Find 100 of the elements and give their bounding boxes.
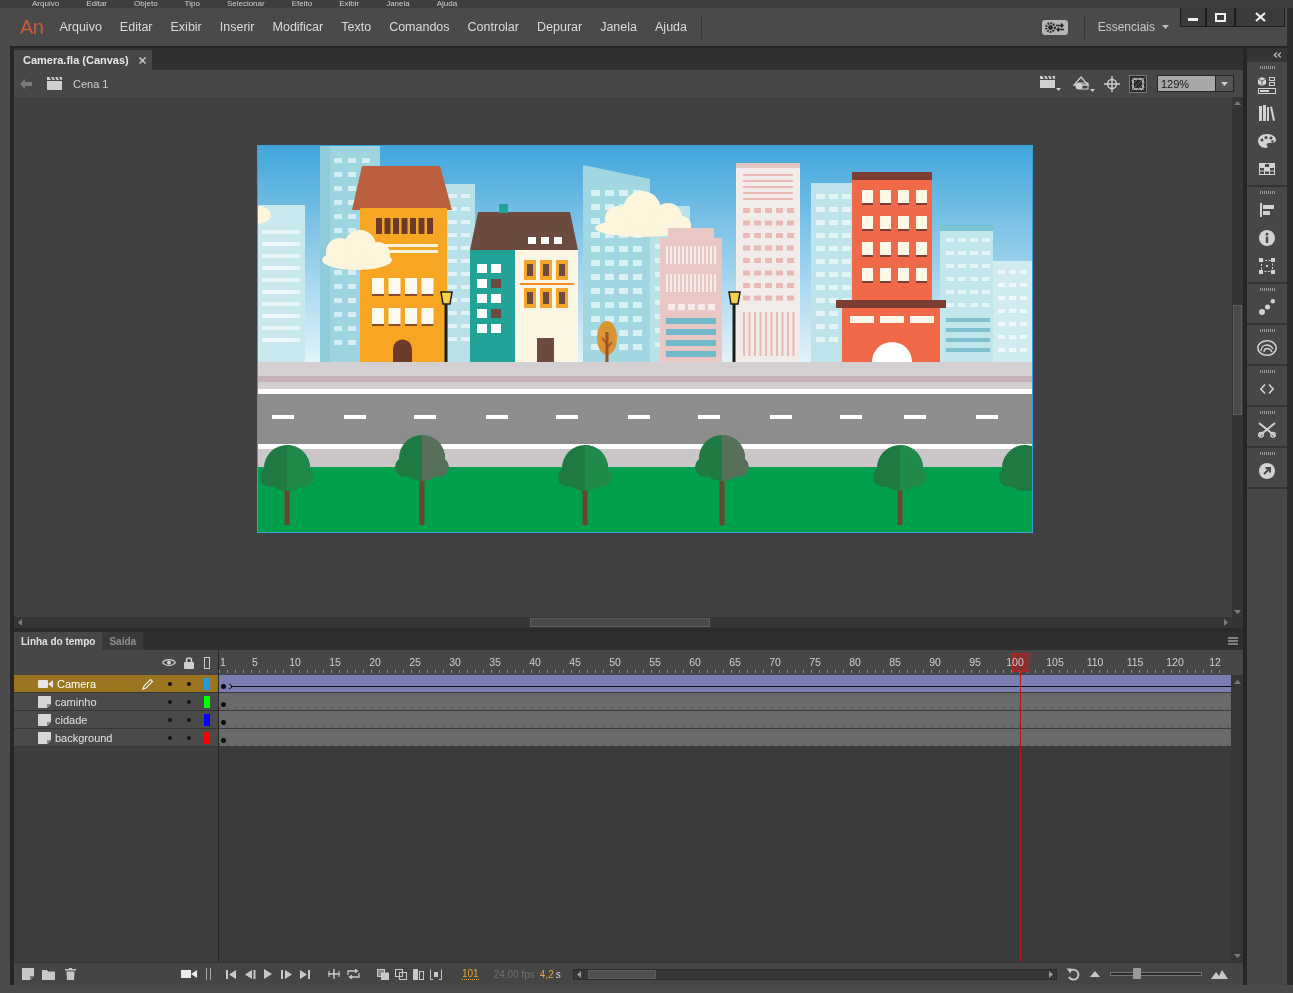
onion-skin-icon[interactable] [377,968,389,980]
frame-ruler[interactable]: 1 5 10 15 20 25 30 35 40 45 50 55 60 65 70 75 80 85 90 95 100 105 110 115 120 12 [219,650,1243,675]
dot-icon[interactable] [168,699,172,704]
dot-icon[interactable] [187,681,191,686]
first-frame-icon[interactable] [226,969,236,979]
mountain-large-icon[interactable] [1211,969,1228,979]
caret-icon[interactable] [1162,25,1169,29]
play-icon[interactable] [264,969,272,979]
crosshair-icon[interactable] [1104,75,1120,92]
grip-icon[interactable] [1259,288,1275,291]
loop-icon[interactable] [347,969,360,979]
scrollbar[interactable] [14,617,1243,628]
markers-icon[interactable] [430,968,442,980]
menu-item[interactable]: Editar [110,17,162,37]
dot-icon[interactable] [187,699,191,704]
close-button[interactable] [1235,8,1285,27]
grip-icon[interactable] [1259,411,1275,414]
outline-icon[interactable] [204,656,210,669]
zoom-field[interactable]: 129% [1157,75,1216,92]
panel-tab[interactable]: Saída [102,632,144,650]
color-swatch-icon[interactable] [204,731,210,744]
color-swatch-icon[interactable] [204,677,210,690]
trash-icon[interactable] [65,968,76,980]
dot-icon[interactable] [187,717,191,722]
grip-icon[interactable] [1259,329,1275,332]
grip-icon[interactable] [1259,191,1275,194]
menu-item[interactable]: Janela [591,17,646,37]
camera-icon[interactable] [181,968,197,980]
cube-icon[interactable] [1258,76,1276,94]
close-icon[interactable] [138,56,146,64]
maximize-button[interactable] [1206,8,1235,27]
workspace-dropdown[interactable]: Essenciais [1097,20,1169,34]
menu-item[interactable]: Inserir [210,17,264,37]
menu-item[interactable]: Efeito [291,0,313,8]
layer-row[interactable]: cidade [14,711,218,729]
keyframe-icon[interactable] [221,683,226,689]
menu-item[interactable]: Ajuda [436,0,458,8]
lock-icon[interactable] [184,656,194,669]
menu-item[interactable]: Tipo [184,0,200,8]
step-forward-icon[interactable] [281,969,292,979]
rings-icon[interactable] [1257,340,1277,356]
scrollbar-thumb[interactable] [1233,305,1242,415]
document-tab[interactable]: Camera.fla (Canvas) [14,50,152,70]
menu-item[interactable]: Editar [86,0,108,8]
keyframe-icon[interactable] [221,719,226,725]
grid-icon[interactable] [1259,163,1275,175]
down-arrow-icon[interactable] [1233,954,1241,958]
info-icon[interactable] [1259,230,1275,246]
onion-outline-icon[interactable] [395,968,407,980]
folder-icon[interactable] [42,968,55,980]
align-icon[interactable] [1260,203,1274,217]
menu-icon[interactable] [1228,637,1238,645]
menu-item[interactable]: Exibir [161,17,211,37]
dots-icon[interactable] [1259,299,1275,315]
scrollbar-thumb[interactable] [587,969,656,979]
menu-item[interactable]: Ajuda [646,17,696,37]
minimize-button[interactable] [1180,8,1206,27]
layer-row[interactable]: background [14,729,218,747]
scrollbar[interactable] [1232,97,1243,617]
clip-frame-icon[interactable] [1129,74,1147,93]
right-arrow-icon[interactable] [1224,619,1228,626]
color-swatch-icon[interactable] [204,713,210,726]
shapes-dropdown-icon[interactable] [1072,75,1096,92]
color-swatch-icon[interactable] [204,695,210,708]
current-frame[interactable]: 101 [462,968,479,980]
grip-icon[interactable] [1259,66,1275,69]
dot-icon[interactable] [168,681,172,686]
dropdown-button[interactable] [1216,75,1234,92]
new-layer-icon[interactable] [22,968,34,980]
up-arrow-icon[interactable] [1234,101,1241,105]
elapsed-time[interactable]: 4,2 [539,968,554,980]
menu-item[interactable]: Depurar [528,17,592,37]
collapse-icon[interactable] [1273,52,1281,58]
center-frame-icon[interactable] [328,969,340,979]
menu-item[interactable]: Arquivo [32,0,60,8]
left-arrow-icon[interactable] [18,619,22,626]
scrollbar[interactable] [572,968,1057,980]
grip-icon[interactable] [1259,370,1275,373]
scene-name[interactable]: Cena 1 [73,77,109,90]
code-icon[interactable] [1260,384,1274,394]
panel-tab[interactable]: Linha do tempo [14,632,103,650]
circular-arrow-icon[interactable] [1066,967,1080,981]
menu-item[interactable]: Comandos [380,17,459,37]
menu-item[interactable]: Controlar [458,17,528,37]
slider-thumb[interactable] [1133,968,1142,979]
dot-icon[interactable] [168,717,172,722]
down-arrow-icon[interactable] [1234,610,1241,614]
menu-item[interactable]: Objeto [134,0,158,8]
transform-icon[interactable] [1259,258,1275,274]
left-arrow-icon[interactable] [576,970,581,978]
right-arrow-icon[interactable] [1049,970,1053,978]
dot-icon[interactable] [168,735,172,740]
keyframe-icon[interactable] [221,701,226,707]
scrollbar[interactable] [1231,675,1243,962]
grip-icon[interactable] [1259,452,1275,455]
caret-icon[interactable] [1221,81,1228,86]
layer-row[interactable]: caminho [14,693,218,711]
menu-item[interactable]: Selecionar [226,0,265,8]
palette-icon[interactable] [1258,134,1276,148]
menu-item[interactable]: Modificar [263,17,333,37]
